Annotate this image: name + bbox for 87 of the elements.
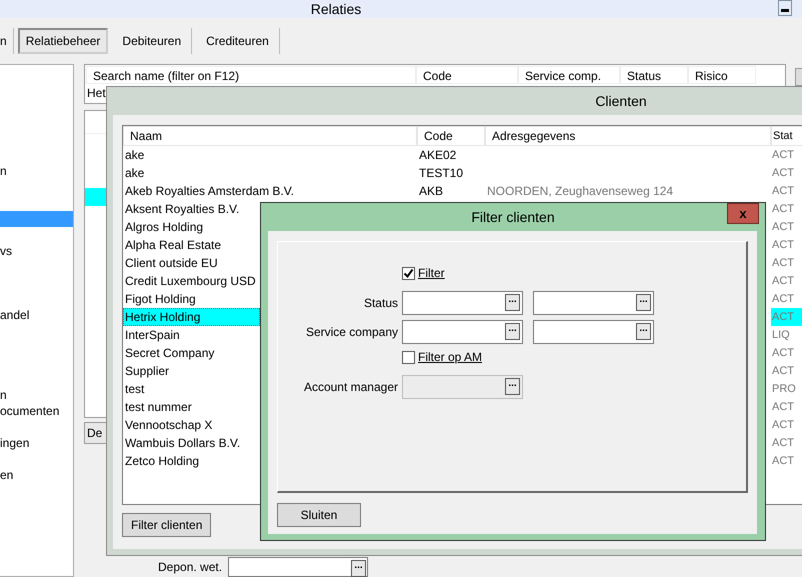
table-cell: ACT [772,185,794,197]
window-title: Relaties [310,1,362,17]
column-header[interactable]: Status [620,66,688,84]
table-cell: AKB [419,184,444,198]
table-cell[interactable]: Credit Luxembourg USD [123,272,260,290]
toolbar-tab[interactable]: n [0,28,14,54]
table-cell[interactable]: ake [123,164,260,182]
filter-checkbox[interactable]: Filter [402,266,445,280]
column-header[interactable]: Naam [123,126,417,146]
sidebar-item[interactable]: vs [0,243,73,259]
tab-button[interactable]: De [84,422,106,444]
field-label: Service company [304,324,398,338]
search-field[interactable]: Het [86,84,107,102]
sidebar-item[interactable]: ingen [0,435,73,451]
table-cell[interactable]: Secret Company [123,344,260,362]
lookup-field[interactable]: ... [402,290,523,314]
table-cell: ACT [772,239,794,251]
table-cell: ACT [772,203,794,215]
lookup-field[interactable]: ... [533,290,654,314]
table-cell: ACT [772,419,794,431]
table-cell: AKE02 [419,148,456,162]
column-header[interactable]: Risico [688,66,756,84]
table-cell[interactable]: test [123,380,260,398]
table-cell[interactable]: Client outside EU [123,254,260,272]
dialog-title: Filter clienten [471,209,555,225]
table-cell[interactable]: Alpha Real Estate [123,236,260,254]
table-cell: ACT [772,293,794,305]
table-cell: TEST10 [419,166,464,180]
column-header[interactable]: Stat [771,126,802,146]
sidebar-item[interactable]: en [0,467,73,483]
table-cell: ACT [772,257,794,269]
toolbar-tab[interactable]: Debiteuren [112,28,192,54]
window-title: Clienten [594,92,648,111]
checkbox-icon[interactable] [402,350,415,364]
column-header[interactable]: Adresgegevens [485,126,771,146]
column-header[interactable]: Code [417,126,485,146]
table-cell[interactable]: Algros Holding [123,218,260,236]
table-cell: ACT [772,311,794,323]
field-label: Depon. wet. [158,560,222,574]
column-header[interactable]: Code [416,66,518,84]
column-header[interactable]: Search name (filter on F12) [86,66,416,84]
sidebar-item[interactable]: andel [0,307,73,323]
field-label: Account manager [302,380,398,394]
browse-button[interactable]: ... [505,294,520,310]
table-cell[interactable]: Supplier [123,362,260,380]
table-cell: NOORDEN, Zeughavenseweg 124 [487,184,674,198]
table-cell: ACT [772,401,794,413]
table-cell[interactable]: Vennootschap X [123,416,260,434]
table-cell[interactable]: Wambuis Dollars B.V. [123,434,260,452]
sidebar-item[interactable]: n [0,387,73,403]
toolbar-tab[interactable]: Relatiebeheer [18,28,108,54]
table-cell: ACT [772,365,794,377]
browse-button[interactable]: ... [351,560,366,577]
table-cell: ACT [772,455,794,467]
browse-button[interactable]: ... [636,322,651,340]
table-cell: ACT [772,347,794,359]
filter-am-checkbox[interactable]: Filter op AM [402,350,482,364]
close-button[interactable]: x [727,203,759,224]
sidebar-item[interactable]: ocumenten [0,403,73,419]
browse-button[interactable]: ... [636,294,651,310]
table-cell: ACT [772,275,794,287]
browse-button[interactable]: ... [505,322,520,340]
table-cell[interactable]: Aksent Royalties B.V. [123,200,260,218]
table-cell: ACT [772,149,794,161]
minimize-icon[interactable] [778,0,792,16]
lookup-field[interactable]: ... [533,320,654,344]
depon-field[interactable]: ... [228,557,368,577]
table-cell: LIQ [772,329,790,341]
table-cell: PRO [772,383,796,395]
table-cell: ACT [772,167,794,179]
table-cell: ACT [772,221,794,233]
lookup-field[interactable]: ... [402,320,523,344]
table-cell: ACT [772,437,794,449]
toolbar-tab[interactable]: Crediteuren [196,28,280,54]
table-cell[interactable]: Hetrix Holding [123,308,260,326]
field-label: Status [362,296,398,310]
sidebar-item[interactable]: n [0,163,73,179]
table-cell[interactable]: Zetco Holding [123,452,260,470]
table-cell[interactable]: ake [123,146,260,164]
filter-button[interactable]: Filter clienten [122,513,212,537]
table-cell[interactable]: InterSpain [123,326,260,344]
close-button[interactable]: Sluiten [277,503,361,527]
table-cell[interactable]: test nummer [123,398,260,416]
table-cell[interactable]: Akeb Royalties Amsterdam B.V. [123,182,294,200]
checkbox-icon[interactable] [402,266,415,280]
table-cell[interactable]: Figot Holding [123,290,260,308]
column-header[interactable]: Service comp. [518,66,620,84]
